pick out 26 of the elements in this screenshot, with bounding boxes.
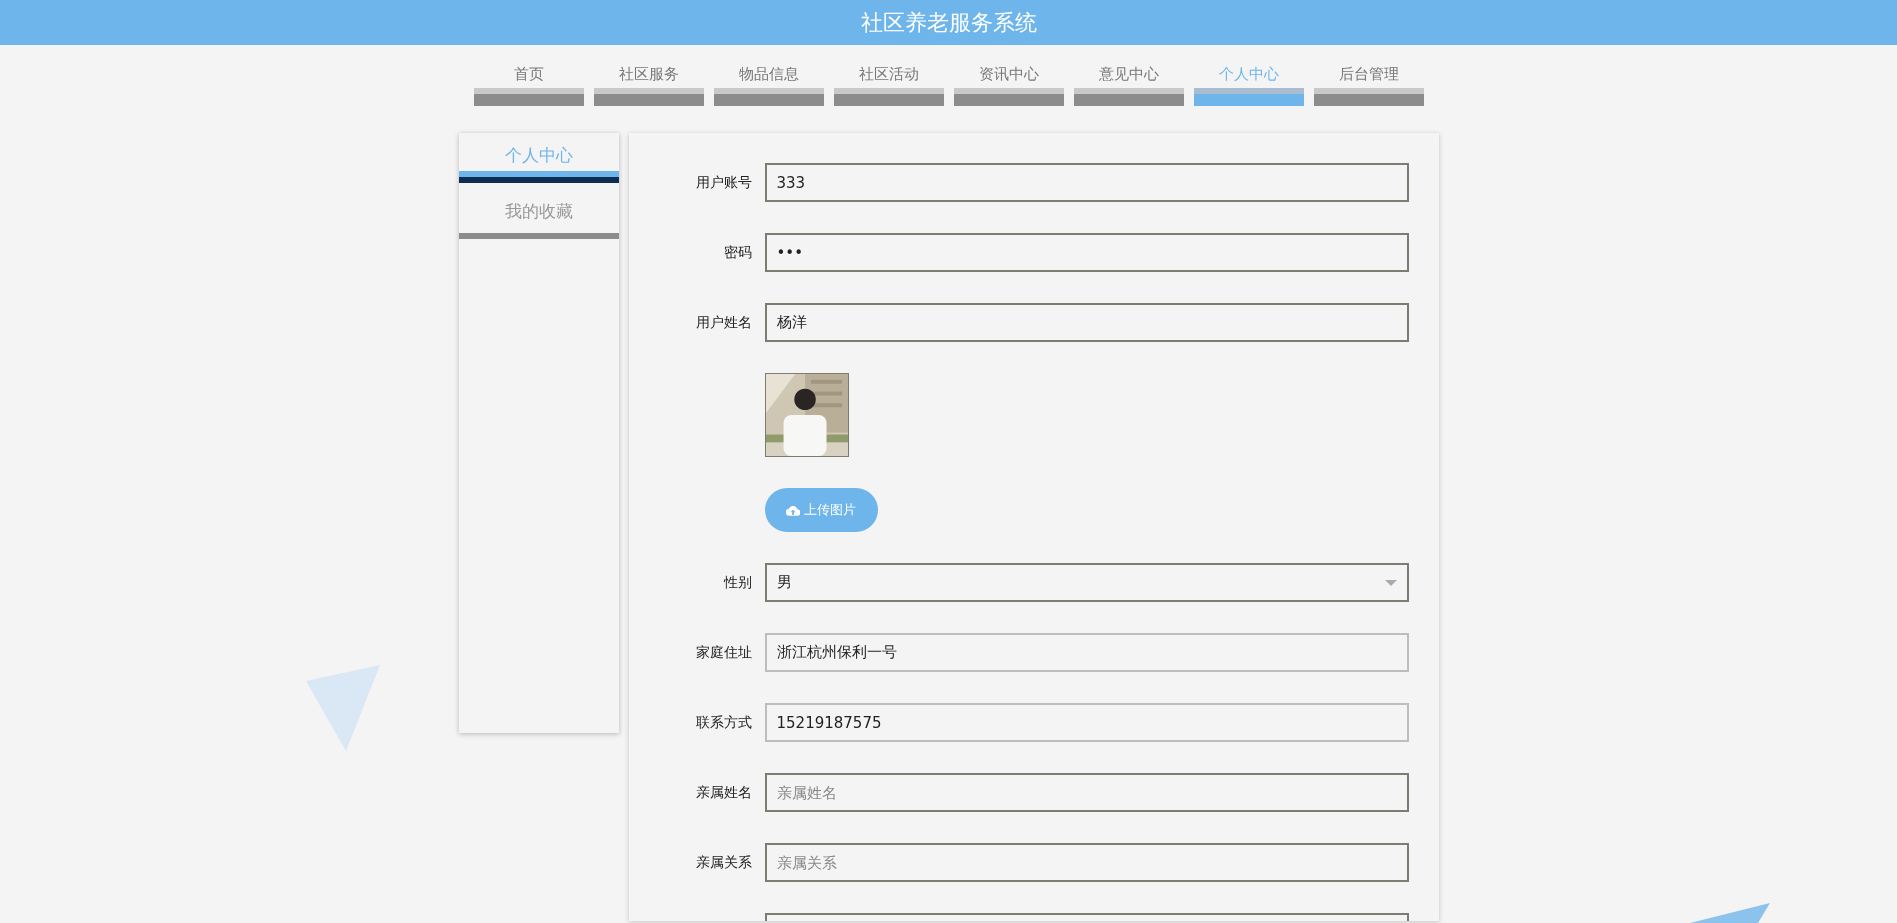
nav-tab[interactable]: 社区服务 <box>593 65 704 106</box>
sidebar-item[interactable]: 我的收藏 <box>458 189 619 239</box>
input-field[interactable]: 亲属关系 <box>764 843 1409 882</box>
input-field[interactable]: 15219187575 <box>764 703 1409 742</box>
field-label: 亲属关系 <box>694 853 752 872</box>
nav-tab[interactable]: 后台管理 <box>1313 65 1424 106</box>
nav-tab[interactable]: 意见中心 <box>1073 65 1184 106</box>
nav-tab[interactable]: 社区活动 <box>833 65 944 106</box>
field-label: 联系方式 <box>694 713 752 732</box>
nav-tab[interactable]: 资讯中心 <box>953 65 1064 106</box>
upload-button[interactable]: 上传图片 <box>764 488 878 532</box>
nav-tab[interactable]: 物品信息 <box>713 65 824 106</box>
input-field[interactable]: 杨洋 <box>764 303 1409 342</box>
input-field[interactable]: 浙江杭州保利一号 <box>764 633 1409 672</box>
nav-tab[interactable]: 首页 <box>473 65 584 106</box>
field-label: 密码 <box>722 243 752 262</box>
field-label: 性别 <box>722 573 752 592</box>
field-label: 用户账号 <box>694 173 752 192</box>
input-field[interactable]: 333 <box>764 163 1409 202</box>
field-label: 用户姓名 <box>694 313 752 332</box>
field-label: 家庭住址 <box>694 643 752 662</box>
select-field[interactable]: 男 <box>764 563 1409 602</box>
site-title: 社区养老服务系统 <box>860 8 1037 37</box>
field-label: 亲属姓名 <box>694 783 752 802</box>
input-field[interactable]: ••• <box>764 233 1409 272</box>
input-field[interactable]: 亲属姓名 <box>764 773 1409 812</box>
